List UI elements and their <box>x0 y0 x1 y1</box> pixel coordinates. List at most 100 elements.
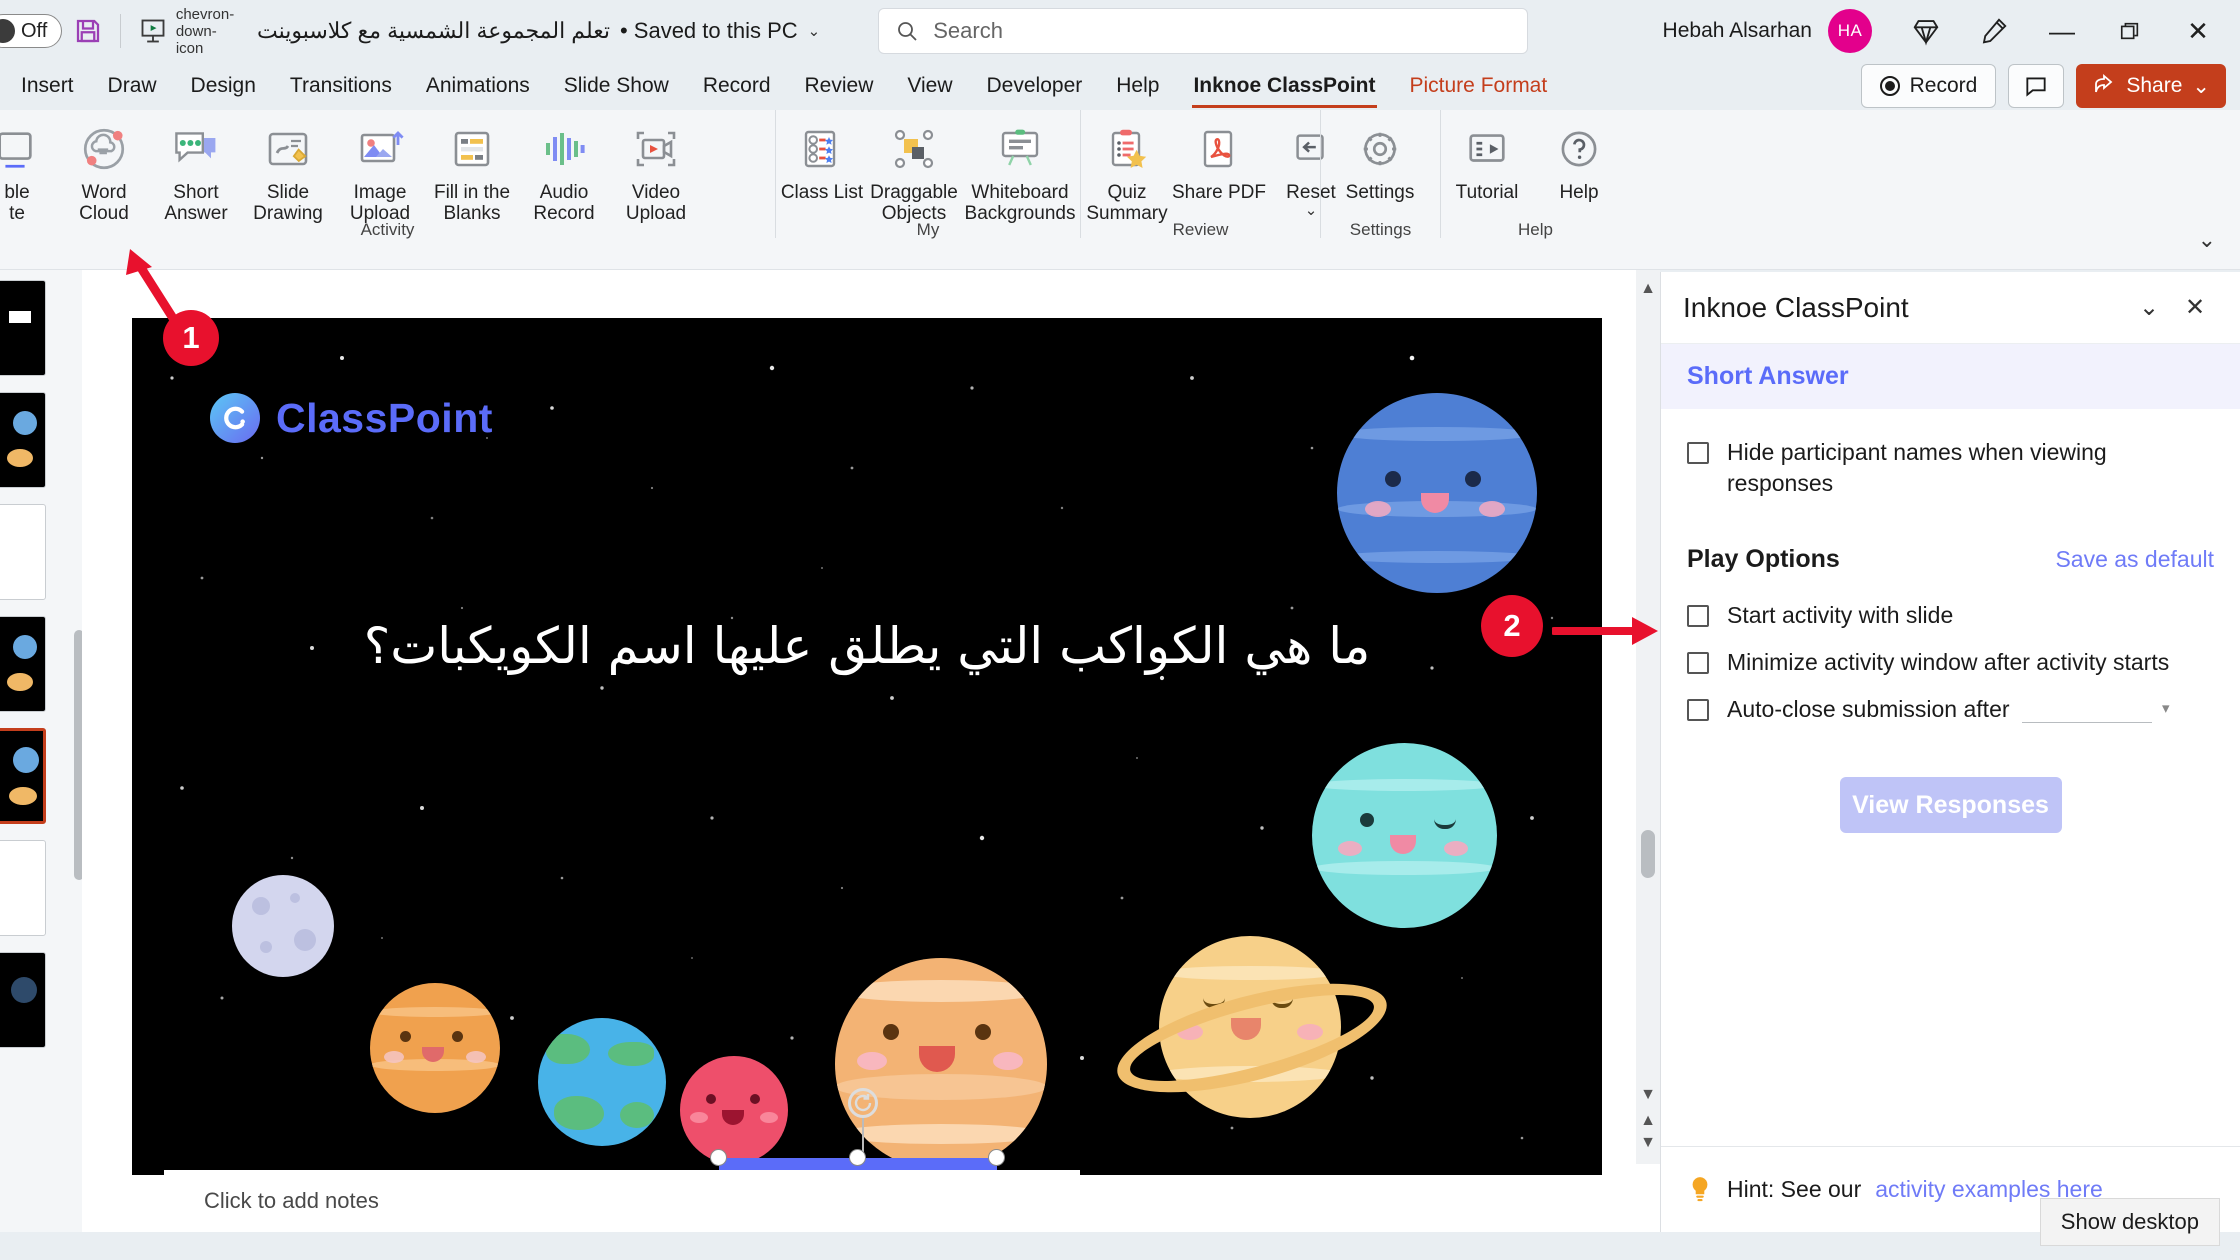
auto-close-duration-field[interactable]: ▾ <box>2021 697 2170 723</box>
search-input[interactable]: Search <box>878 8 1529 54</box>
slide-thumbnail[interactable] <box>0 504 46 600</box>
tab-inknoe-classpoint[interactable]: Inknoe ClassPoint <box>1176 68 1392 108</box>
ribbon-item-class-list[interactable]: Class List <box>776 110 868 236</box>
record-button[interactable]: Record <box>1860 64 1997 108</box>
panel-close-icon[interactable]: ✕ <box>2172 285 2218 331</box>
ribbon-item-short-answer[interactable]: Short Answer <box>150 110 242 236</box>
title-chevron-icon[interactable]: ⌄ <box>808 22 821 40</box>
tab-record[interactable]: Record <box>686 68 788 104</box>
ribbon-item-draggable-objects[interactable]: Draggable Objects <box>868 110 960 236</box>
autosave-toggle[interactable]: Off <box>0 14 62 48</box>
account-name[interactable]: Hebah Alsarhan <box>1663 19 1812 43</box>
close-button[interactable]: ✕ <box>2166 2 2230 60</box>
next-slide-icon[interactable]: ▼ <box>1640 1134 1656 1152</box>
slide-thumbnail[interactable] <box>0 616 46 712</box>
save-icon[interactable] <box>62 5 114 57</box>
hint-prefix-text: Hint: See our <box>1727 1176 1862 1202</box>
minimize-button[interactable]: — <box>2030 2 2094 60</box>
scroll-down-arrow-icon[interactable]: ▼ <box>1640 1086 1656 1104</box>
scrollbar-thumb[interactable] <box>1641 830 1655 878</box>
slide-vertical-scrollbar[interactable]: ▲ ▼ ▲ ▼ <box>1636 270 1660 1164</box>
tab-developer[interactable]: Developer <box>970 68 1100 104</box>
ribbon-item-quiz-summary[interactable]: Quiz Summary <box>1081 110 1173 236</box>
ribbon-item-image-upload[interactable]: Image Upload <box>334 110 426 236</box>
ribbon-item-tutorial[interactable]: Tutorial <box>1441 110 1533 236</box>
slide-question-text[interactable]: ما هي الكواكب التي يطلق عليها اسم الكويك… <box>262 608 1472 686</box>
tab-picture-format[interactable]: Picture Format <box>1393 68 1565 104</box>
pen-highlighter-icon[interactable] <box>1962 2 2026 60</box>
record-label: Record <box>1909 74 1978 97</box>
chevron-down-icon[interactable]: ▾ <box>2162 699 2170 717</box>
thumbnail-scrollbar[interactable] <box>74 630 82 880</box>
present-icon[interactable] <box>127 5 179 57</box>
ribbon-item-label: Settings <box>1345 182 1415 203</box>
restore-button[interactable] <box>2098 2 2162 60</box>
save-as-default-link[interactable]: Save as default <box>2055 546 2214 573</box>
tooltip-text: Show desktop <box>2060 1209 2199 1234</box>
hide-participant-names-row[interactable]: Hide participant names when viewing resp… <box>1687 437 2214 499</box>
ribbon-item-fill-in-the-blanks[interactable]: Fill in the Blanks <box>426 110 518 236</box>
ribbon-item-slide-drawing[interactable]: Slide Drawing <box>242 110 334 236</box>
planet-mars <box>680 1056 788 1164</box>
view-responses-button[interactable]: View Responses <box>1839 777 2062 834</box>
ribbon-item-whiteboard-backgrounds[interactable]: Whiteboard Backgrounds <box>960 110 1080 236</box>
slide-thumbnail[interactable] <box>0 392 46 488</box>
hide-participant-names-label: Hide participant names when viewing resp… <box>1727 439 2107 497</box>
document-title-area[interactable]: تعلم المجموعة الشمسية مع كلاسبوينت • Sav… <box>257 18 820 44</box>
ribbon-item-help[interactable]: Help <box>1533 110 1625 236</box>
slide-thumbnail[interactable] <box>0 280 46 376</box>
auto-close-submission-checkbox[interactable] <box>1687 699 1709 722</box>
minimize-activity-window-row[interactable]: Minimize activity window after activity … <box>1687 647 2214 678</box>
class-list-icon <box>798 120 846 178</box>
tab-animations[interactable]: Animations <box>409 68 547 104</box>
customize-quick-access-icon[interactable]: chevron-down-icon <box>176 5 234 57</box>
tab-slide-show[interactable]: Slide Show <box>547 68 686 104</box>
ribbon-item-settings[interactable]: Settings <box>1321 110 1439 236</box>
previous-slide-icon[interactable]: ▲ <box>1640 1112 1656 1130</box>
ribbon-item-share-pdf[interactable]: Share PDF <box>1172 110 1266 236</box>
ribbon-item-label: Help <box>1559 182 1599 203</box>
selection-handle[interactable] <box>849 1149 866 1166</box>
tab-design[interactable]: Design <box>174 68 273 104</box>
ribbon-item-label: Image Upload <box>349 182 411 225</box>
notes-pane[interactable]: Click to add notes <box>164 1170 1080 1232</box>
auto-close-submission-row[interactable]: Auto-close submission after ▾ <box>1687 694 2214 725</box>
reset-dropdown-chevron-icon[interactable]: ⌄ <box>1305 201 1318 219</box>
minimize-activity-window-checkbox[interactable] <box>1687 652 1709 675</box>
ribbon-item-audio-record[interactable]: Audio Record <box>518 110 610 236</box>
share-button[interactable]: Share ⌄ <box>2076 64 2226 108</box>
tab-insert[interactable]: Insert <box>4 68 91 104</box>
slide-thumbnail[interactable] <box>0 840 46 936</box>
tutorial-icon <box>1464 120 1510 178</box>
panel-collapse-icon[interactable]: ⌄ <box>2126 285 2172 331</box>
tab-draw[interactable]: Draw <box>91 68 174 104</box>
diamond-icon[interactable] <box>1894 2 1958 60</box>
share-chevron-icon[interactable]: ⌄ <box>2192 74 2210 99</box>
tab-review[interactable]: Review <box>788 68 891 104</box>
slide-thumbnail-strip[interactable] <box>0 270 82 1260</box>
ribbon-item-label: Class List <box>780 182 864 203</box>
start-activity-with-slide-checkbox[interactable] <box>1687 605 1709 628</box>
selection-handle[interactable] <box>710 1149 727 1166</box>
hide-participant-names-checkbox[interactable] <box>1687 442 1709 464</box>
start-activity-with-slide-row[interactable]: Start activity with slide <box>1687 600 2214 631</box>
tab-view[interactable]: View <box>890 68 969 104</box>
title-bar: Off chevron-down-icon تعلم المجموعة الشم… <box>0 0 2240 62</box>
rotate-handle[interactable] <box>848 1088 878 1118</box>
slide-canvas[interactable]: ClassPoint ما هي الكواكب التي يطلق عليها… <box>132 318 1602 1175</box>
selection-handle[interactable] <box>988 1149 1005 1166</box>
slide-thumbnail[interactable] <box>0 952 46 1048</box>
ribbon-group-help: Tutorial Help Help <box>1440 110 1630 239</box>
whiteboard-backgrounds-icon <box>995 120 1045 178</box>
slide-thumbnail-selected[interactable] <box>0 728 46 824</box>
avatar[interactable]: HA <box>1828 9 1872 53</box>
ribbon-item-multiple-choice[interactable]: ble te <box>0 110 58 236</box>
comments-button[interactable] <box>2008 64 2065 108</box>
scroll-up-arrow-icon[interactable]: ▲ <box>1640 280 1656 298</box>
tab-transitions[interactable]: Transitions <box>273 68 409 104</box>
tab-help[interactable]: Help <box>1099 68 1176 104</box>
ribbon-item-video-upload[interactable]: Video Upload <box>610 110 702 236</box>
collapse-ribbon-icon[interactable]: ⌄ <box>2198 227 2216 253</box>
ribbon-item-label: Fill in the Blanks <box>433 182 511 225</box>
ribbon-item-word-cloud[interactable]: Word Cloud <box>58 110 150 236</box>
